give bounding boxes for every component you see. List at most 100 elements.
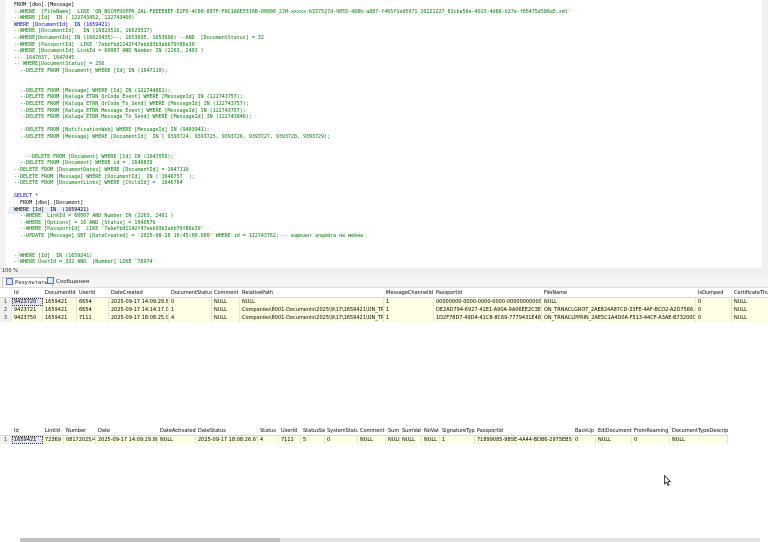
column-header[interactable]: Sum — [386, 427, 400, 435]
table-cell[interactable]: 1 — [440, 436, 475, 444]
results-grid-messages[interactable]: Id LinkId Number Date DateActivated DateStatu… — [0, 427, 768, 447]
column-header[interactable]: StatusSet — [301, 427, 325, 435]
editor-vertical-scrollbar[interactable] — [762, 0, 768, 268]
editor-horizontal-scrollbar[interactable] — [20, 538, 760, 542]
row-number[interactable]: 2 — [0, 306, 12, 314]
table-cell[interactable]: 0 — [696, 298, 732, 306]
table-cell[interactable]: 2025-09-17 14:09:29.880 — [109, 298, 169, 306]
column-header[interactable]: DocumentTypeDescription — [670, 427, 728, 435]
table-cell[interactable]: NULL — [212, 314, 240, 322]
column-header[interactable]: Id — [12, 427, 43, 435]
table-cell[interactable]: 1 — [169, 306, 212, 314]
column-header[interactable]: MessageChannelId — [384, 289, 434, 297]
table-cell[interactable]: NULL — [670, 436, 728, 444]
column-header[interactable]: NoVat — [422, 427, 440, 435]
table-cell[interactable]: 4 — [169, 314, 212, 322]
table-cell[interactable]: NULL — [732, 306, 768, 314]
table-cell[interactable]: 1659421 — [43, 314, 77, 322]
column-header[interactable]: DocumentStatus — [169, 289, 212, 297]
table-cell[interactable]: 5 — [301, 436, 325, 444]
column-header[interactable]: UserId — [279, 427, 301, 435]
table-cell[interactable]: 1659421 — [43, 306, 77, 314]
column-header[interactable]: DocumentId — [43, 289, 77, 297]
table-cell[interactable]: 1659421 — [12, 436, 43, 444]
code-line[interactable]: --DELETE FROM [Message] WHERE [DocumentI… — [8, 134, 330, 141]
column-header[interactable]: SignatureType — [440, 427, 475, 435]
query-editor[interactable]: FROM [dbo].[Message] --WHERE [FileName] … — [0, 0, 768, 269]
code-line[interactable]: --DELETE FROM [DocumentLinks] WHERE [Chi… — [8, 180, 183, 187]
table-cell[interactable]: 0 — [632, 436, 670, 444]
table-cell[interactable]: 72369 — [43, 436, 64, 444]
column-header[interactable]: PassportId — [434, 289, 542, 297]
table-cell[interactable]: 1659421 — [43, 298, 77, 306]
table-cell[interactable]: 1D2F78D7-49D4-41C8-8C69-7779431E4814 — [434, 314, 542, 322]
table-cell[interactable]: 0 — [573, 436, 596, 444]
column-header[interactable]: Comment — [212, 289, 240, 297]
table-cell[interactable]: NULL — [596, 436, 632, 444]
table-cell[interactable]: 0 — [696, 306, 732, 314]
table-row[interactable]: 1 1659421 72369 08172025/4 2025-09-17 14:09:… — [0, 436, 728, 444]
table-cell[interactable]: 4 — [258, 436, 279, 444]
row-number[interactable]: 1 — [0, 436, 12, 444]
table-cell[interactable]: Companies\8001-Documents\2025\9\17\16594… — [240, 306, 384, 314]
column-header[interactable]: Comment — [358, 427, 386, 435]
scroll-thumb[interactable] — [20, 538, 280, 542]
table-cell[interactable]: NULL — [240, 298, 384, 306]
zoom-level[interactable]: 100 % — [2, 268, 18, 275]
table-cell[interactable]: 2025-09-17 14:14:17.000 — [109, 306, 169, 314]
column-header[interactable]: CertificateThumbprint — [732, 289, 768, 297]
table-cell[interactable]: 1 — [384, 298, 434, 306]
column-header[interactable]: DateCreated — [109, 289, 169, 297]
tab-messages[interactable]: Сообщения — [44, 277, 92, 286]
column-header[interactable]: BackUp — [573, 427, 596, 435]
table-row[interactable]: 2 9423721 1659421 6654 2025-09-17 14:14:17.0… — [0, 306, 768, 314]
column-header[interactable]: Number — [64, 427, 96, 435]
table-cell[interactable]: NULL — [386, 436, 400, 444]
table-cell[interactable]: 2025-09-17 18:08:25.000 — [109, 314, 169, 322]
table-cell[interactable]: 00000000-0000-0000-0000-000000000000 — [434, 298, 542, 306]
column-header[interactable]: EdiDocumentId — [596, 427, 632, 435]
table-cell[interactable]: 6654 — [77, 306, 109, 314]
table-cell[interactable]: 1 — [384, 314, 434, 322]
row-number[interactable]: 3 — [0, 314, 12, 322]
table-cell[interactable]: 9423720 — [12, 298, 43, 306]
column-header[interactable]: SumVat — [400, 427, 422, 435]
table-cell[interactable]: 71899085-9B5E-4A44-BDB6-2975EB5406D7 — [475, 436, 573, 444]
table-cell[interactable]: 0 — [169, 298, 212, 306]
table-cell[interactable]: ON_TRNACLPPRIN_2AE5C1A4D0A-F513-44CF-A3A… — [542, 314, 696, 322]
column-header[interactable]: DateActivated — [158, 427, 196, 435]
table-cell[interactable]: NULL — [212, 306, 240, 314]
table-row[interactable]: 3 9423750 1659421 7111 2025-09-17 18:08:25.0… — [0, 314, 768, 322]
table-cell[interactable]: 1 — [384, 306, 434, 314]
column-header[interactable]: PassportId — [475, 427, 573, 435]
table-cell[interactable]: 6654 — [77, 298, 109, 306]
table-cell[interactable]: 2025-09-17 18:08:26.670 — [196, 436, 258, 444]
table-cell[interactable]: NULL — [400, 436, 422, 444]
table-cell[interactable]: ON_TRNACLGROT_2AE824A87CD-33FE-4AF-BCD2-… — [542, 306, 696, 314]
column-header[interactable]: LinkId — [43, 427, 64, 435]
row-header-corner[interactable] — [0, 427, 12, 435]
column-header[interactable]: FileName — [542, 289, 696, 297]
table-cell[interactable]: 7111 — [77, 314, 109, 322]
column-header[interactable]: IsDumped — [696, 289, 732, 297]
table-cell[interactable]: NULL — [422, 436, 440, 444]
table-cell[interactable]: 0 — [325, 436, 358, 444]
table-cell[interactable]: NULL — [732, 298, 768, 306]
row-header-corner[interactable] — [0, 289, 12, 297]
table-cell[interactable]: 9423721 — [12, 306, 43, 314]
column-header[interactable]: Id — [12, 289, 43, 297]
column-header[interactable]: FromRoaming — [632, 427, 670, 435]
table-cell[interactable]: NULL — [358, 436, 386, 444]
table-cell[interactable]: DE2AD794-6927-41E1-A90A-9A06EE2C3ED1 — [434, 306, 542, 314]
table-cell[interactable]: 0 — [696, 314, 732, 322]
column-header[interactable]: Status — [258, 427, 279, 435]
column-header[interactable]: Date — [96, 427, 158, 435]
results-grid-documents[interactable]: Id DocumentId UserId DateCreated DocumentSta… — [0, 289, 768, 325]
table-cell[interactable]: 2025-09-17 14:09:29.880 — [96, 436, 158, 444]
table-cell[interactable]: NULL — [212, 298, 240, 306]
column-header[interactable]: DateStatus — [196, 427, 258, 435]
table-cell[interactable]: 08172025/4 — [64, 436, 96, 444]
row-number[interactable]: 1 — [0, 298, 12, 306]
column-header[interactable]: UserId — [77, 289, 109, 297]
table-cell[interactable]: NULL — [732, 314, 768, 322]
